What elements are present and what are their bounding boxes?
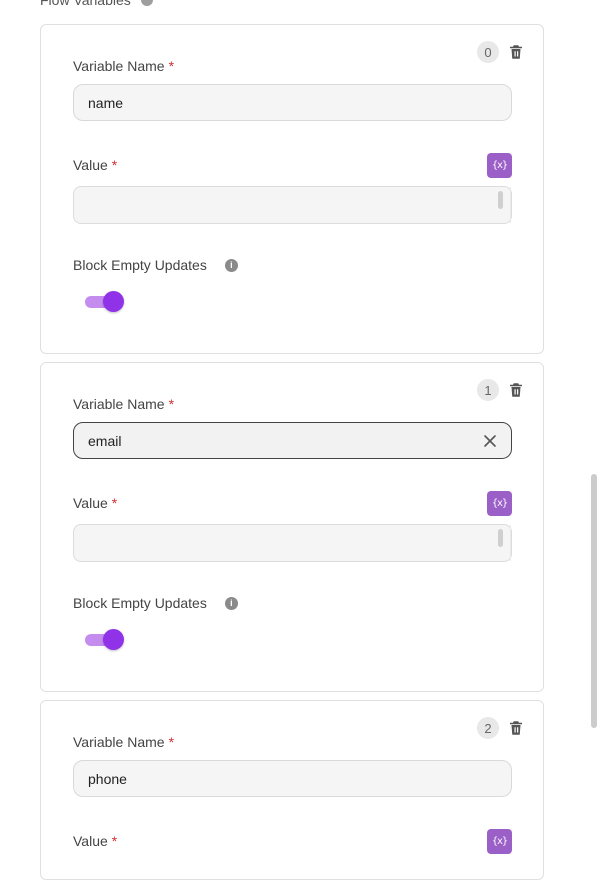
- toggle-knob: [103, 291, 124, 312]
- trash-icon[interactable]: [507, 43, 525, 61]
- value-label: Value *: [73, 833, 118, 849]
- variable-name-value: phone: [88, 770, 127, 787]
- value-label: Value *: [73, 157, 118, 173]
- variable-name-value: name: [88, 94, 124, 111]
- value-editor[interactable]: [73, 186, 512, 224]
- card-header-actions: 1: [477, 379, 525, 401]
- variable-card: 0 Variable Name * name Value * {x} Block…: [40, 24, 544, 354]
- trash-icon[interactable]: [507, 719, 525, 737]
- variable-name-input[interactable]: email: [73, 422, 512, 459]
- info-icon[interactable]: i: [224, 596, 238, 610]
- variable-name-input[interactable]: phone: [73, 760, 512, 797]
- variable-name-input[interactable]: name: [73, 84, 512, 121]
- editor-scrollbar[interactable]: [498, 529, 503, 547]
- value-label: Value *: [73, 495, 118, 511]
- block-empty-updates-label: Block Empty Updates i: [73, 257, 238, 273]
- required-mark: *: [168, 734, 175, 750]
- editor-scrollbar[interactable]: [498, 191, 503, 209]
- variable-name-label: Variable Name *: [73, 734, 175, 750]
- required-mark: *: [111, 833, 118, 849]
- card-header-actions: 0: [477, 41, 525, 63]
- required-mark: *: [168, 396, 175, 412]
- section-title: Flow Variables: [40, 0, 131, 8]
- value-editor[interactable]: [73, 524, 512, 562]
- index-badge: 2: [477, 717, 499, 739]
- clear-icon[interactable]: [483, 434, 497, 448]
- flow-variables-header: Flow Variables: [40, 0, 153, 10]
- index-badge: 1: [477, 379, 499, 401]
- variable-name-label: Variable Name *: [73, 396, 175, 412]
- required-mark: *: [111, 495, 118, 511]
- variable-card: 2 Variable Name * phone Value * {x}: [40, 700, 544, 880]
- trash-icon[interactable]: [507, 381, 525, 399]
- required-mark: *: [168, 58, 175, 74]
- editor-edge: [510, 525, 511, 561]
- required-mark: *: [111, 157, 118, 173]
- card-header-actions: 2: [477, 717, 525, 739]
- block-empty-updates-label: Block Empty Updates i: [73, 595, 238, 611]
- insert-variable-button[interactable]: {x}: [487, 491, 512, 516]
- info-icon[interactable]: [140, 0, 153, 6]
- page-scrollbar[interactable]: [591, 474, 597, 728]
- editor-edge: [510, 187, 511, 223]
- index-badge: 0: [477, 41, 499, 63]
- toggle-knob: [103, 629, 124, 650]
- info-icon[interactable]: i: [224, 258, 238, 272]
- block-empty-updates-toggle[interactable]: [85, 291, 125, 313]
- variable-name-label: Variable Name *: [73, 58, 175, 74]
- insert-variable-button[interactable]: {x}: [487, 153, 512, 178]
- variable-card: 1 Variable Name * email Value * {x} Bloc…: [40, 362, 544, 692]
- insert-variable-button[interactable]: {x}: [487, 829, 512, 854]
- block-empty-updates-toggle[interactable]: [85, 629, 125, 651]
- variable-name-value: email: [88, 432, 122, 449]
